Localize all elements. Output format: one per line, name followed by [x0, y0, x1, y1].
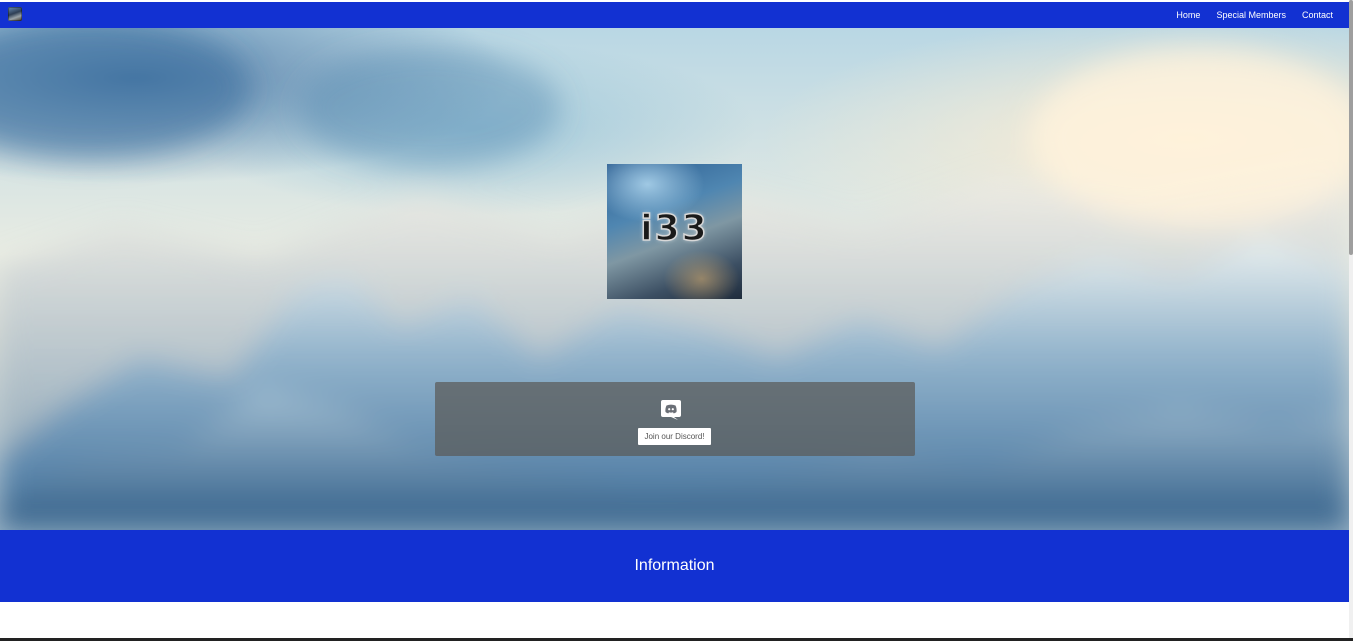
top-navbar: Home Special Members Contact [0, 2, 1349, 28]
nav-link-home[interactable]: Home [1168, 10, 1208, 20]
page: Home Special Members Contact i33 Join ou… [0, 0, 1353, 641]
information-heading: Information [634, 557, 715, 574]
information-section: Information [0, 530, 1349, 602]
discord-icon[interactable] [660, 399, 682, 421]
nav-link-contact[interactable]: Contact [1294, 10, 1341, 20]
guild-logo-image: i33 [607, 164, 742, 299]
hero-content: i33 Join our Discord! [0, 28, 1349, 530]
guild-logo-text: i33 [640, 207, 709, 250]
scrollbar-thumb[interactable] [1349, 0, 1353, 255]
discord-panel: Join our Discord! [435, 382, 915, 456]
join-discord-button[interactable]: Join our Discord! [638, 428, 711, 445]
nav-link-special-members[interactable]: Special Members [1208, 10, 1294, 20]
nav-links: Home Special Members Contact [1168, 2, 1341, 28]
guild-logo-thumbnail-icon[interactable] [8, 7, 22, 21]
vertical-scrollbar[interactable] [1349, 0, 1353, 641]
hero-banner: i33 Join our Discord! [0, 28, 1349, 530]
